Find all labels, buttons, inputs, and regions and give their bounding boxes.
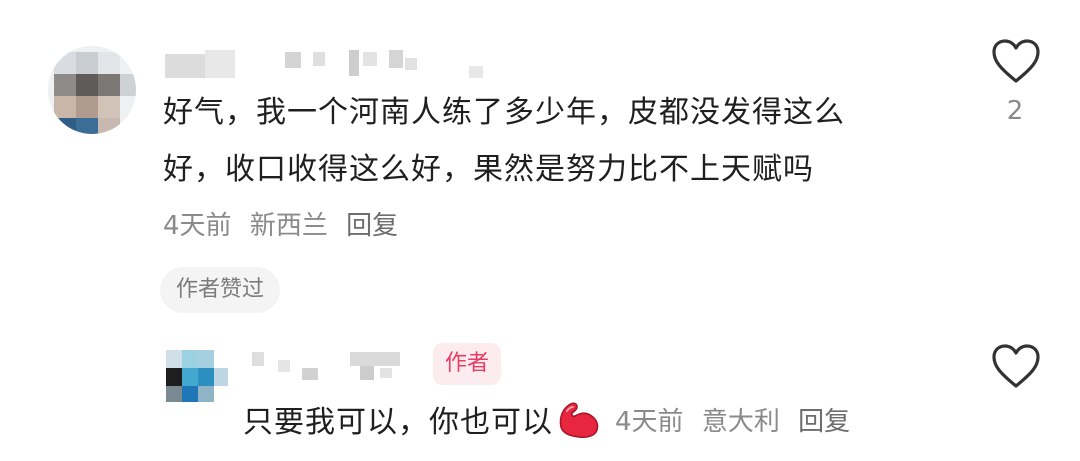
- reply-meta: 4天前 意大利 回复: [615, 401, 860, 438]
- like-button[interactable]: [990, 38, 1042, 86]
- reply-location: 意大利: [701, 406, 780, 437]
- author-liked-badge: 作者赞过: [160, 267, 281, 313]
- comment-text-line-1: 好气，我一个河南人练了多少年，皮都没发得这么: [163, 95, 845, 130]
- comment-location: 新西兰: [249, 211, 328, 241]
- reply-avatar[interactable]: [166, 350, 228, 402]
- heart-icon: [992, 344, 1040, 388]
- reply-text: 只要我可以，你也可以: [243, 405, 553, 440]
- reply-like-button[interactable]: [990, 343, 1042, 391]
- heart-icon: [992, 39, 1040, 83]
- reply-time: 4天前: [615, 406, 684, 437]
- reply-content: 只要我可以，你也可以 4天前 意大利 回复: [243, 394, 860, 444]
- username-blurred[interactable]: [163, 50, 493, 80]
- author-badge: 作者: [433, 343, 502, 385]
- avatar[interactable]: [48, 46, 136, 134]
- comment-meta: 4天前 新西兰 回复: [163, 205, 408, 242]
- comment-text-line-2: 好，收口收得这么好，果然是努力比不上天赋吗: [163, 152, 814, 187]
- comment-time: 4天前: [163, 211, 232, 241]
- muscle-emoji-icon: [555, 397, 603, 441]
- reply-username-blurred[interactable]: [250, 350, 420, 380]
- like-count: 2: [1006, 96, 1024, 126]
- reply-reply-button[interactable]: 回复: [798, 407, 850, 437]
- reply-button[interactable]: 回复: [346, 211, 398, 241]
